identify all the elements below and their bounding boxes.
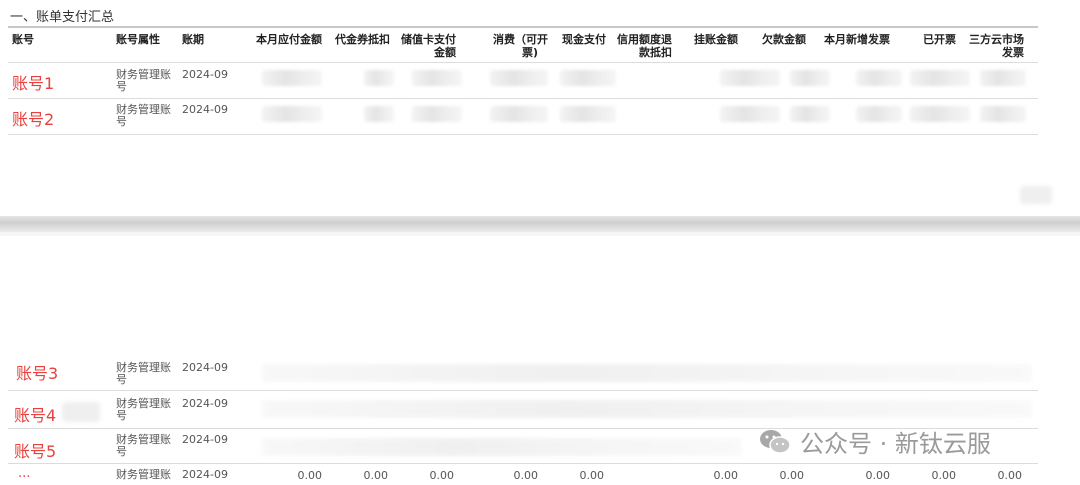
- redacted-value: [490, 106, 548, 122]
- redacted-value: [856, 70, 902, 86]
- header-consumption-line2: 票): [521, 46, 538, 59]
- value-cell: 0.00: [579, 469, 605, 482]
- value-cell: 0.00: [865, 469, 891, 482]
- header-credit-line2: 款抵扣: [639, 46, 672, 59]
- account-attribute-wrap: 号: [116, 373, 127, 386]
- redacted-row: [262, 364, 1032, 382]
- redacted-value: [364, 70, 394, 86]
- value-cell: 0.00: [713, 469, 739, 482]
- header-period: 账期: [182, 33, 204, 46]
- table-header-top-border: [8, 26, 1038, 28]
- value-cell: 0.00: [997, 469, 1023, 482]
- row-divider: [8, 390, 1038, 391]
- redacted-value: [364, 106, 394, 122]
- redacted-value: [910, 106, 970, 122]
- billing-period: 2024-09: [182, 361, 228, 374]
- billing-period: 2024-09: [182, 68, 228, 81]
- redacted-value: [412, 106, 462, 122]
- account-attribute-wrap: 号: [116, 115, 127, 128]
- redacted-value: [262, 106, 322, 122]
- account-attribute-wrap: 号: [116, 409, 127, 422]
- value-cell: 0.00: [779, 469, 805, 482]
- value-cell: 0.00: [297, 469, 323, 482]
- redacted-value: [980, 106, 1026, 122]
- header-stored-card-line1: 储值卡支付: [401, 33, 456, 46]
- wechat-icon: [760, 429, 791, 454]
- redacted-value: [856, 106, 902, 122]
- redacted-value: [560, 106, 616, 122]
- header-credit-line1: 信用额度退: [617, 33, 672, 46]
- page-break: [0, 216, 1080, 232]
- account-label: 账号2: [12, 110, 55, 129]
- redacted-smudge: [62, 402, 100, 422]
- redacted-value: [412, 70, 462, 86]
- header-issued: 已开票: [923, 33, 956, 46]
- redacted-value: [490, 70, 548, 86]
- header-account-attribute: 账号属性: [116, 33, 160, 46]
- account-label: 账号3: [16, 364, 59, 383]
- header-monthly-due: 本月应付金额: [256, 33, 322, 46]
- table-header-bottom-border: [8, 62, 1038, 63]
- billing-period: 2024-09: [182, 433, 228, 446]
- account-label: 账号4: [14, 406, 57, 425]
- header-market-line1: 三方云市场: [969, 33, 1024, 46]
- redacted-value: [790, 70, 830, 86]
- redacted-value: [720, 106, 780, 122]
- value-cell: 0.00: [931, 469, 957, 482]
- billing-period: 2024-09: [182, 103, 228, 116]
- billing-period: 2024-09: [182, 468, 228, 481]
- value-cell: 0.00: [363, 469, 389, 482]
- header-voucher-deduction: 代金券抵扣: [335, 33, 390, 46]
- redacted-row: [262, 438, 742, 456]
- section-title: 一、账单支付汇总: [10, 10, 115, 25]
- header-cash-payment: 现金支付: [562, 33, 606, 46]
- row-divider: [8, 98, 1038, 99]
- page-gap: [0, 232, 1080, 236]
- header-hang-amount: 挂账金额: [694, 33, 738, 46]
- redacted-row: [262, 400, 1032, 418]
- account-attribute-wrap: 号: [116, 445, 127, 458]
- redacted-value: [262, 70, 322, 86]
- row-divider: [8, 134, 1038, 135]
- redacted-value: [560, 70, 616, 86]
- value-cell: 0.00: [513, 469, 539, 482]
- watermark: 公众号 · 新钛云服: [758, 424, 991, 459]
- header-account: 账号: [12, 33, 34, 46]
- billing-period: 2024-09: [182, 397, 228, 410]
- header-new-invoice: 本月新增发票: [824, 33, 890, 46]
- redacted-value: [980, 70, 1026, 86]
- redacted-smudge: [1020, 186, 1052, 204]
- header-market-line2: 发票: [1002, 46, 1024, 59]
- account-attribute-wrap: 号: [116, 80, 127, 93]
- redacted-value: [790, 106, 830, 122]
- account-attribute: 财务管理账: [116, 468, 171, 481]
- value-cell: 0.00: [429, 469, 455, 482]
- account-label: ...: [18, 466, 31, 481]
- header-owed-amount: 欠款金额: [762, 33, 806, 46]
- account-label: 账号1: [12, 74, 55, 93]
- redacted-value: [720, 70, 780, 86]
- account-label: 账号5: [14, 442, 57, 461]
- redacted-value: [910, 70, 970, 86]
- watermark-text: 公众号 · 新钛云服: [800, 430, 991, 458]
- header-consumption-line1: 消费（可开: [493, 33, 548, 46]
- header-stored-card-line2: 金额: [434, 46, 456, 59]
- row-divider: [8, 463, 1038, 464]
